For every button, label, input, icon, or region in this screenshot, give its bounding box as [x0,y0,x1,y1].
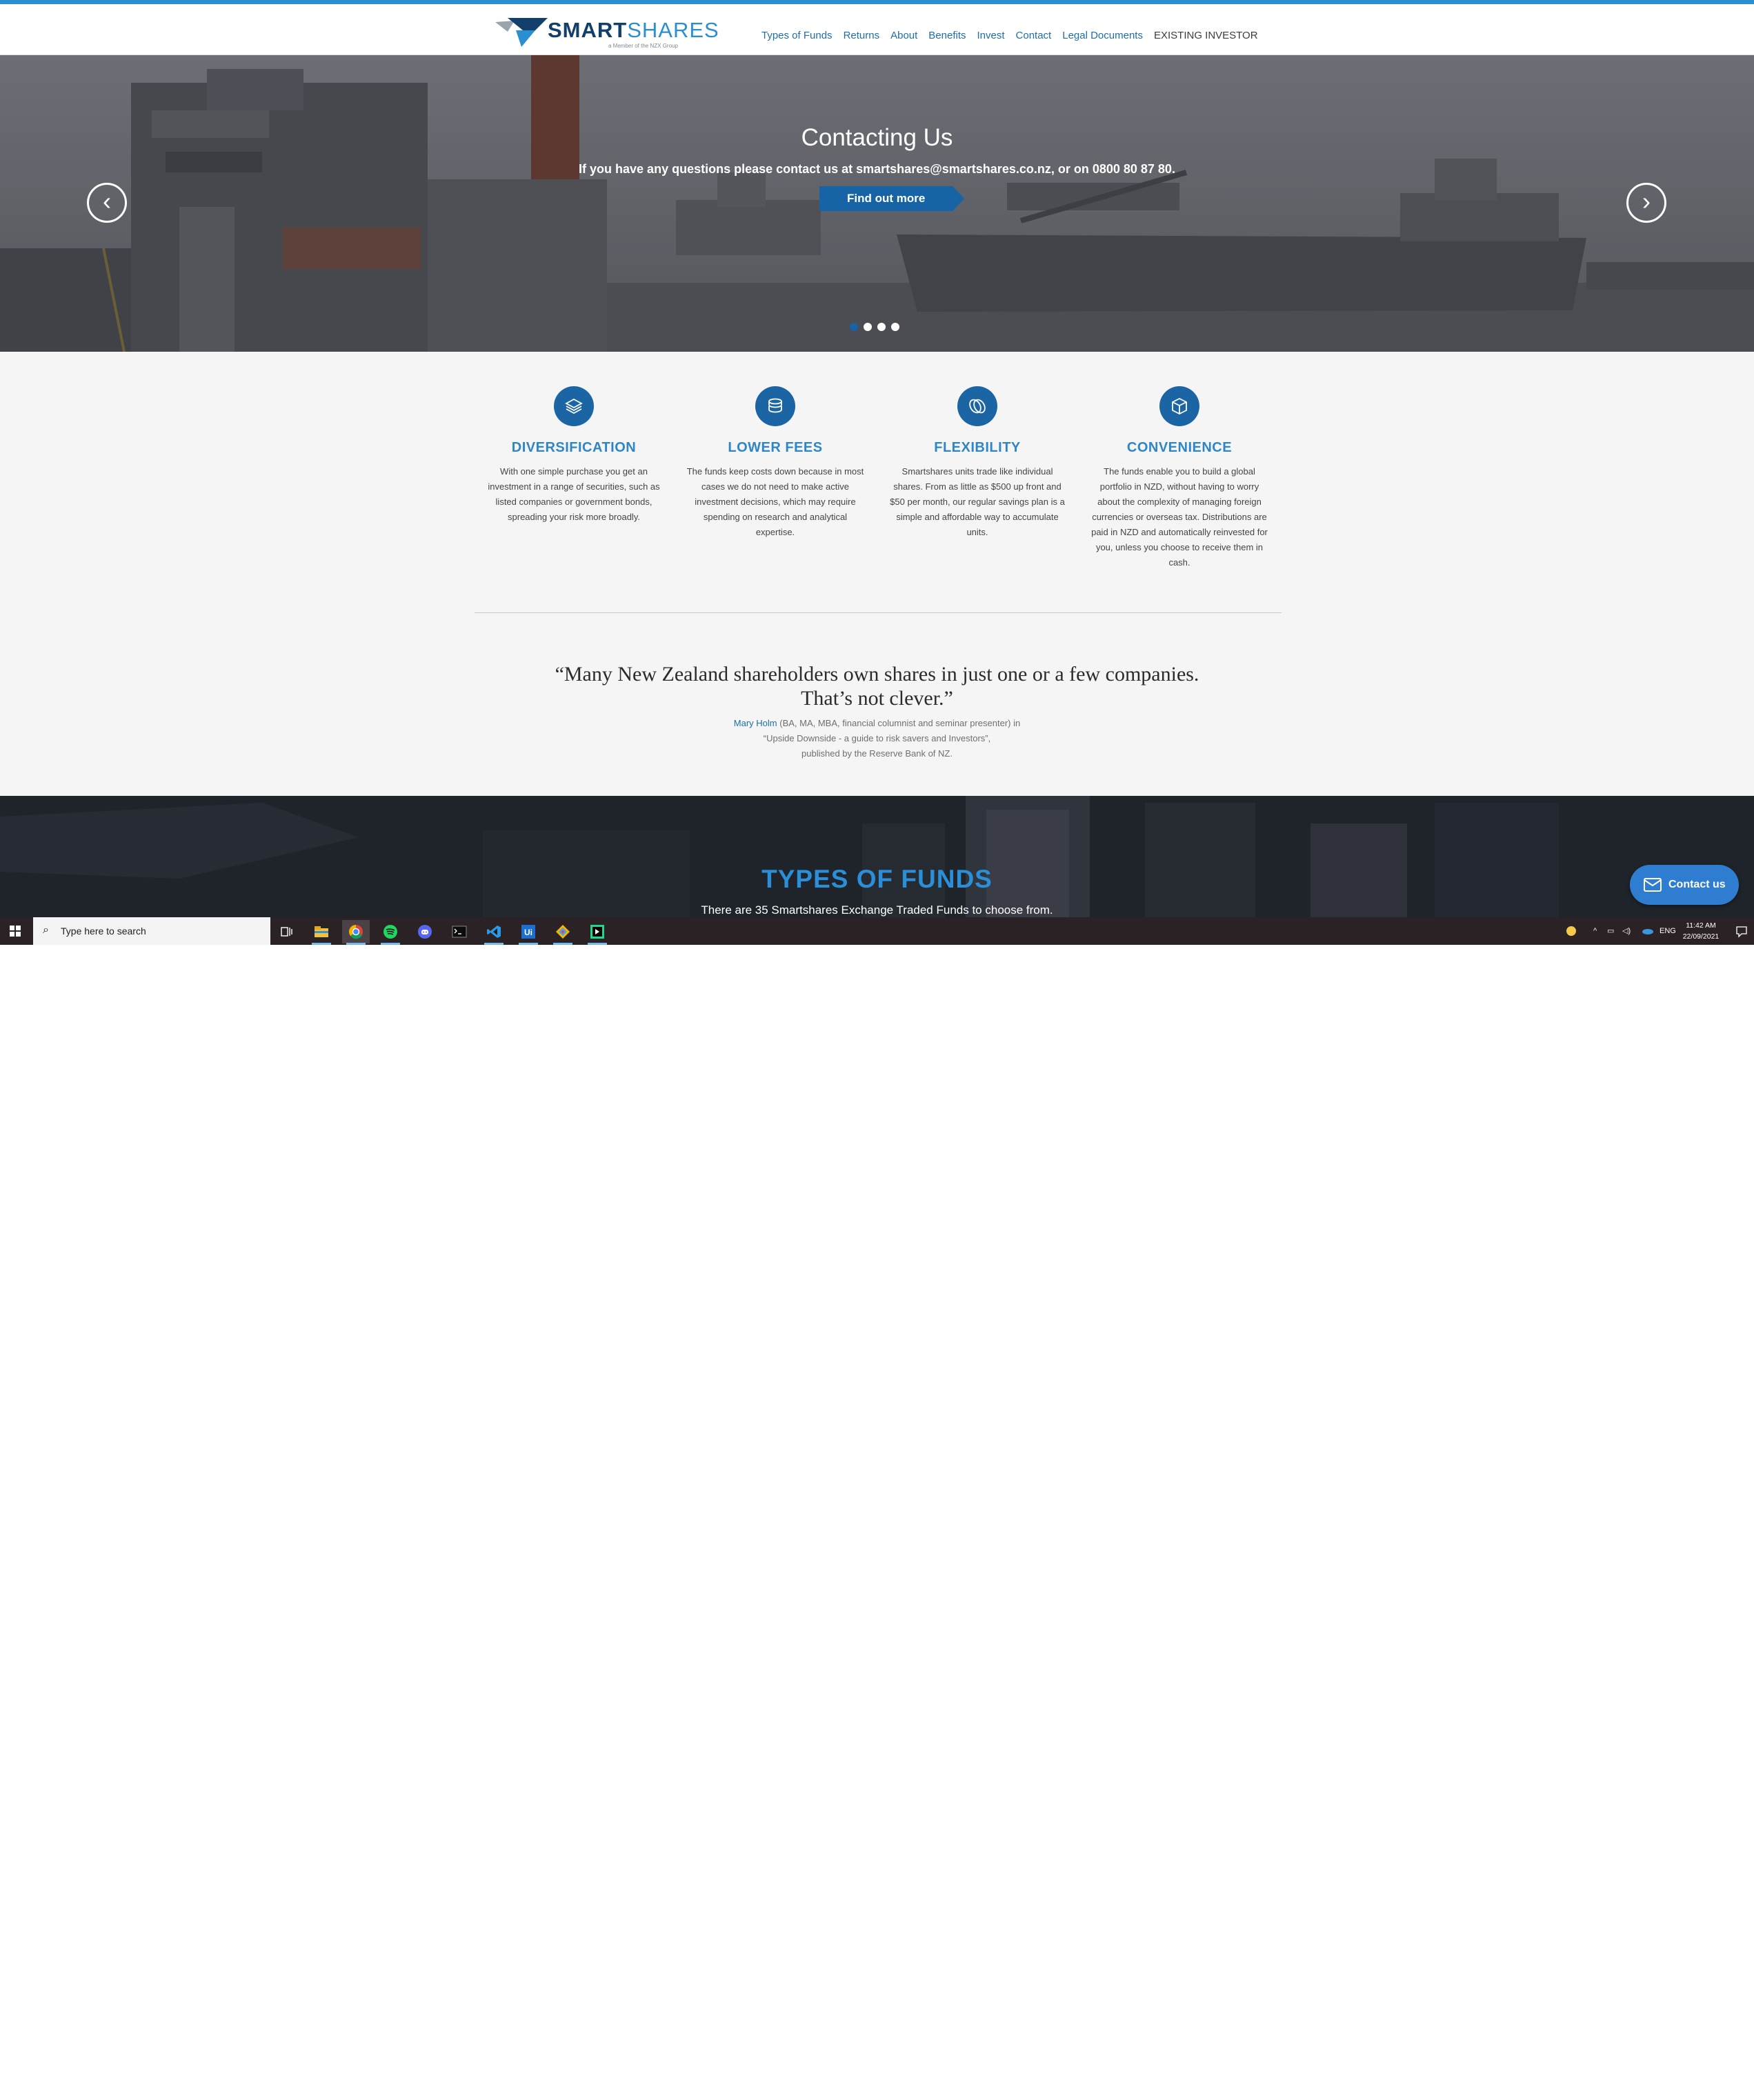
benefit-text: With one simple purchase you get an inve… [488,466,660,522]
slider-next-button[interactable]: › [1626,183,1666,223]
envelope-icon [1644,878,1662,892]
benefits-section: DIVERSIFICATION With one simple purchase… [0,352,1754,796]
benefit-title: LOWER FEES [728,440,823,455]
taskbar-search-input[interactable]: ⌕ Type here to search [33,917,270,945]
vscode-icon[interactable] [480,920,508,945]
browser-viewport: SMARTSHARES a Member of the NZX Group Ty… [0,0,1754,945]
nav-returns[interactable]: Returns [844,23,880,51]
nav-about[interactable]: About [890,23,917,51]
logo-wordmark: SMARTSHARES [548,18,719,42]
pycharm-icon[interactable] [584,920,611,945]
slider-pagination [850,323,899,331]
slider-dot-2[interactable] [864,323,872,331]
hero-subtitle: If you have any questions please contact… [579,162,1175,176]
logo-mark-icon [495,18,548,47]
nav-legal-documents[interactable]: Legal Documents [1062,23,1143,51]
onedrive-icon[interactable] [1642,917,1654,945]
quote-source: “Upside Downside - a guide to risk saver… [763,733,991,743]
benefit-text: The funds enable you to build a global p… [1091,466,1268,568]
benefit-title: DIVERSIFICATION [511,440,637,455]
benefit-text: Smartshares units trade like individual … [890,466,1065,537]
chrome-icon[interactable] [342,920,370,945]
quote-author-link[interactable]: Mary Holm [734,718,777,728]
smartshares-logo[interactable]: SMARTSHARES a Member of the NZX Group [495,15,719,51]
contact-us-label: Contact us [1668,879,1726,890]
git-icon[interactable] [549,920,577,945]
weather-icon[interactable] [1564,917,1578,945]
nav-invest[interactable]: Invest [977,23,1005,51]
hero-slider: Contacting Us If you have any questions … [0,55,1754,352]
types-of-funds-subtitle: There are 35 Smartshares Exchange Traded… [701,903,1053,917]
main-nav: Types of Funds Returns About Benefits In… [761,23,1258,51]
nav-contact[interactable]: Contact [1016,23,1052,51]
chevron-right-icon: › [1642,187,1651,215]
uipath-icon[interactable]: Ui [515,920,542,945]
city-aerial-photo [0,796,1754,917]
interlinked-rings-icon [957,386,997,426]
quote-text: “Many New Zealand shareholders own share… [0,662,1754,710]
benefit-flexibility: FLEXIBILITY Smartshares units trade like… [888,386,1066,540]
section-divider [475,612,1282,613]
find-out-more-button[interactable]: Find out more [819,186,964,211]
types-of-funds-title: TYPES OF FUNDS [761,865,993,893]
clock-date: 22/09/2021 [1682,932,1720,941]
quote-publisher: published by the Reserve Bank of NZ. [801,748,953,759]
logo-tagline: a Member of the NZX Group [608,43,678,49]
slider-dot-3[interactable] [877,323,886,331]
types-of-funds-section: TYPES OF FUNDS There are 35 Smartshares … [0,796,1754,917]
taskbar-clock[interactable]: 11:42 AM 22/09/2021 [1680,920,1722,942]
svg-text:Ui: Ui [524,928,532,937]
benefit-convenience: CONVENIENCE The funds enable you to buil… [1090,386,1268,570]
chevron-up-icon[interactable]: ^ [1593,917,1597,945]
site-header: SMARTSHARES a Member of the NZX Group Ty… [0,4,1754,55]
contact-us-widget[interactable]: Contact us [1630,865,1739,905]
coin-stack-icon [755,386,795,426]
windows-start-icon[interactable] [10,926,21,937]
windows-taskbar: ⌕ Type here to search Ui ^ ▭ ◁) ENG 11:4… [0,917,1754,945]
slider-dot-4[interactable] [891,323,899,331]
nav-benefits[interactable]: Benefits [928,23,966,51]
search-icon: ⌕ [43,924,49,936]
quote-attribution: Mary Holm (BA, MA, MBA, financial column… [0,716,1754,761]
quote-line-2: That’s not clever.” [801,687,953,710]
quote-line-1: “Many New Zealand shareholders own share… [555,663,1199,686]
cube-icon [1159,386,1199,426]
language-indicator[interactable]: ENG [1660,917,1676,945]
notifications-icon[interactable] [1735,917,1748,945]
nav-types-of-funds[interactable]: Types of Funds [761,23,833,51]
volume-icon[interactable]: ◁) [1622,917,1631,945]
stack-layers-icon [554,386,594,426]
benefit-title: FLEXIBILITY [934,440,1021,455]
task-view-icon[interactable] [273,920,301,943]
search-placeholder: Type here to search [61,926,146,937]
terminal-icon[interactable] [446,920,473,943]
file-explorer-icon[interactable] [308,920,335,945]
hero-title: Contacting Us [801,124,953,151]
quote-author-detail: (BA, MA, MBA, financial columnist and se… [777,718,1021,728]
discord-icon[interactable] [411,920,439,943]
benefit-title: CONVENIENCE [1126,440,1233,455]
clock-time: 11:42 AM [1686,921,1716,930]
nav-existing-investor[interactable]: EXISTING INVESTOR [1154,23,1258,51]
network-icon[interactable]: ▭ [1607,917,1614,945]
benefit-lower-fees: LOWER FEES The funds keep costs down bec… [686,386,864,540]
slider-prev-button[interactable]: ‹ [87,183,127,223]
spotify-icon[interactable] [377,920,404,945]
chevron-left-icon: ‹ [103,187,111,215]
benefit-diversification: DIVERSIFICATION With one simple purchase… [485,386,663,525]
slider-dot-1[interactable] [850,323,858,331]
benefit-text: The funds keep costs down because in mos… [686,466,864,537]
